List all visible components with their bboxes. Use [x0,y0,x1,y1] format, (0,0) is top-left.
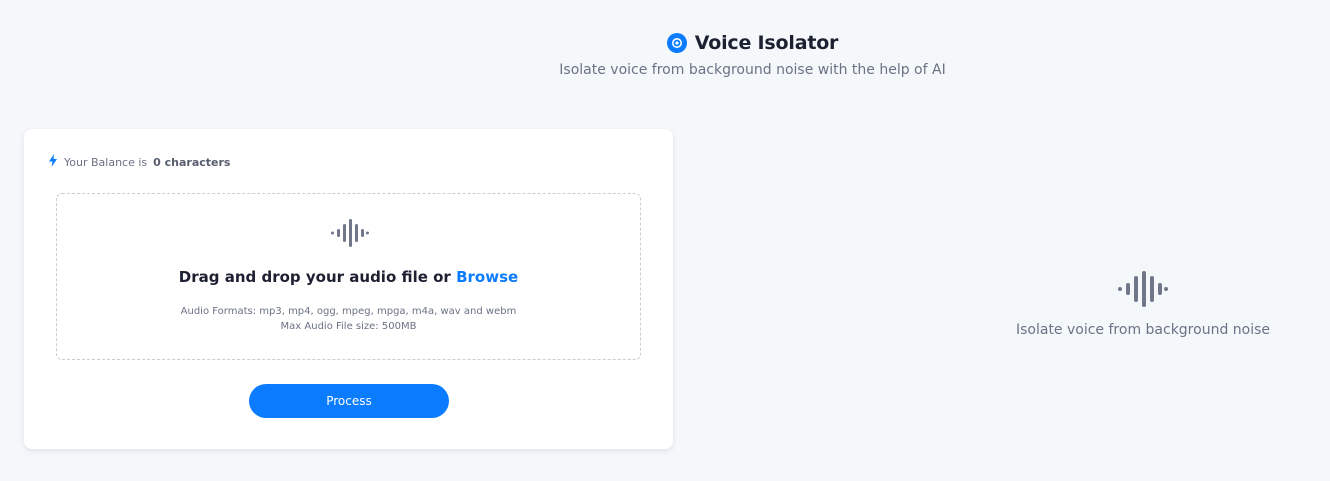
title-row: Voice Isolator [666,32,839,54]
result-panel: Isolate voice from background noise [960,270,1326,338]
dropzone-hints: Audio Formats: mp3, mp4, ogg, mpeg, mpga… [57,304,640,334]
balance-value: 0 characters [153,155,231,169]
result-placeholder-text: Isolate voice from background noise [1015,322,1271,338]
target-icon [666,33,687,53]
audio-wave-icon [329,218,369,252]
page-title: Voice Isolator [694,32,839,54]
audio-dropzone[interactable]: Drag and drop your audio file or Browse … [56,193,641,360]
balance-label: Your Balance is [64,155,148,169]
audio-formats-text: Audio Formats: mp3, mp4, ogg, mpeg, mpga… [180,306,517,317]
process-button[interactable]: Process [249,384,449,418]
upload-card: Your Balance is 0 characters Drag and dr… [24,129,673,449]
page-subtitle: Isolate voice from background noise with… [559,62,946,78]
lightning-icon [48,154,58,170]
page-header: Voice Isolator Isolate voice from backgr… [0,32,1330,78]
balance-info: Your Balance is 0 characters [48,154,230,170]
max-size-text: Max Audio File size: 500MB [280,321,417,332]
dropzone-title-text: Drag and drop your audio file or [178,268,451,286]
browse-link[interactable]: Browse [456,268,518,286]
dropzone-title: Drag and drop your audio file or Browse [57,268,640,286]
audio-wave-icon [1117,271,1169,312]
